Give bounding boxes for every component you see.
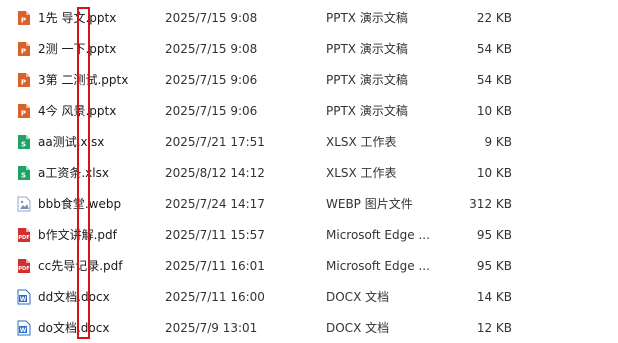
file-row[interactable]: S aa测试.xlsx 2025/7/21 17:51 XLSX 工作表 9 K… xyxy=(0,126,618,157)
file-row[interactable]: P 3第 二测试.pptx 2025/7/15 9:06 PPTX 演示文稿 5… xyxy=(0,64,618,95)
file-date: 2025/7/15 9:08 xyxy=(165,11,258,25)
svg-text:P: P xyxy=(21,79,26,87)
docx-file-icon: W xyxy=(17,320,31,336)
file-row[interactable]: P 1先 导文.pptx 2025/7/15 9:08 PPTX 演示文稿 22… xyxy=(0,2,618,33)
file-name: 1先 导文.pptx xyxy=(38,11,117,25)
file-size: 54 KB xyxy=(476,73,512,87)
file-type: XLSX 工作表 xyxy=(326,135,397,149)
file-name: bbb食堂.webp xyxy=(38,197,122,211)
file-date: 2025/7/15 9:06 xyxy=(165,73,258,87)
svg-text:S: S xyxy=(21,172,26,180)
svg-text:W: W xyxy=(20,296,27,303)
file-type: PPTX 演示文稿 xyxy=(326,42,408,56)
file-date: 2025/7/15 9:08 xyxy=(165,42,258,56)
svg-text:P: P xyxy=(21,110,26,118)
file-date: 2025/7/15 9:06 xyxy=(165,104,258,118)
svg-text:PDF: PDF xyxy=(18,235,29,241)
file-list: P 1先 导文.pptx 2025/7/15 9:08 PPTX 演示文稿 22… xyxy=(0,0,618,343)
file-name: 2测 一下.pptx xyxy=(38,42,117,56)
file-type: WEBP 图片文件 xyxy=(326,197,413,211)
pptx-file-icon: P xyxy=(17,103,31,119)
file-size: 95 KB xyxy=(476,228,512,242)
file-type: DOCX 文档 xyxy=(326,321,390,335)
file-date: 2025/7/11 16:01 xyxy=(165,259,265,273)
file-type: XLSX 工作表 xyxy=(326,166,397,180)
xlsx-file-icon: S xyxy=(17,165,31,181)
file-row[interactable]: P 4今 风景.pptx 2025/7/15 9:06 PPTX 演示文稿 10… xyxy=(0,95,618,126)
file-name: aa测试.xlsx xyxy=(38,135,105,149)
file-date: 2025/7/24 14:17 xyxy=(165,197,265,211)
file-name: do文档.docx xyxy=(38,321,110,335)
pptx-file-icon: P xyxy=(17,10,31,26)
file-size: 22 KB xyxy=(476,11,512,25)
file-name: cc先导记录.pdf xyxy=(38,259,123,273)
file-type: Microsoft Edge ... xyxy=(326,259,430,273)
file-name: a工资条.xlsx xyxy=(38,166,109,180)
file-date: 2025/7/11 16:00 xyxy=(165,290,265,304)
file-date: 2025/7/11 15:57 xyxy=(165,228,265,242)
file-type: PPTX 演示文稿 xyxy=(326,11,408,25)
file-size: 10 KB xyxy=(476,104,512,118)
file-size: 14 KB xyxy=(476,290,512,304)
file-name: b作文讲解.pdf xyxy=(38,228,117,242)
file-row[interactable]: P 2测 一下.pptx 2025/7/15 9:08 PPTX 演示文稿 54… xyxy=(0,33,618,64)
file-size: 12 KB xyxy=(476,321,512,335)
file-row[interactable]: W do文档.docx 2025/7/9 13:01 DOCX 文档 12 KB xyxy=(0,312,618,343)
pdf-file-icon: PDF xyxy=(17,258,31,274)
file-row[interactable]: PDF b作文讲解.pdf 2025/7/11 15:57 Microsoft … xyxy=(0,219,618,250)
file-row[interactable]: PDF cc先导记录.pdf 2025/7/11 16:01 Microsoft… xyxy=(0,250,618,281)
file-row[interactable]: bbb食堂.webp 2025/7/24 14:17 WEBP 图片文件 312… xyxy=(0,188,618,219)
file-name: dd文档.docx xyxy=(38,290,110,304)
xlsx-file-icon: S xyxy=(17,134,31,150)
svg-text:PDF: PDF xyxy=(18,266,29,272)
file-size: 54 KB xyxy=(476,42,512,56)
file-row[interactable]: W dd文档.docx 2025/7/11 16:00 DOCX 文档 14 K… xyxy=(0,281,618,312)
file-name: 4今 风景.pptx xyxy=(38,104,117,118)
file-name: 3第 二测试.pptx xyxy=(38,73,129,87)
pdf-file-icon: PDF xyxy=(17,227,31,243)
file-type: PPTX 演示文稿 xyxy=(326,104,408,118)
file-type: Microsoft Edge ... xyxy=(326,228,430,242)
pptx-file-icon: P xyxy=(17,72,31,88)
svg-text:S: S xyxy=(21,141,26,149)
file-type: DOCX 文档 xyxy=(326,290,390,304)
file-type: PPTX 演示文稿 xyxy=(326,73,408,87)
docx-file-icon: W xyxy=(17,289,31,305)
file-row[interactable]: S a工资条.xlsx 2025/8/12 14:12 XLSX 工作表 10 … xyxy=(0,157,618,188)
svg-text:P: P xyxy=(21,17,26,25)
file-date: 2025/7/21 17:51 xyxy=(165,135,265,149)
file-size: 9 KB xyxy=(484,135,512,149)
file-size: 10 KB xyxy=(476,166,512,180)
file-date: 2025/7/9 13:01 xyxy=(165,321,258,335)
svg-text:P: P xyxy=(21,48,26,56)
svg-text:W: W xyxy=(20,327,27,334)
file-size: 95 KB xyxy=(476,259,512,273)
pptx-file-icon: P xyxy=(17,41,31,57)
file-size: 312 KB xyxy=(469,197,512,211)
file-date: 2025/8/12 14:12 xyxy=(165,166,265,180)
image-file-icon xyxy=(17,196,31,212)
